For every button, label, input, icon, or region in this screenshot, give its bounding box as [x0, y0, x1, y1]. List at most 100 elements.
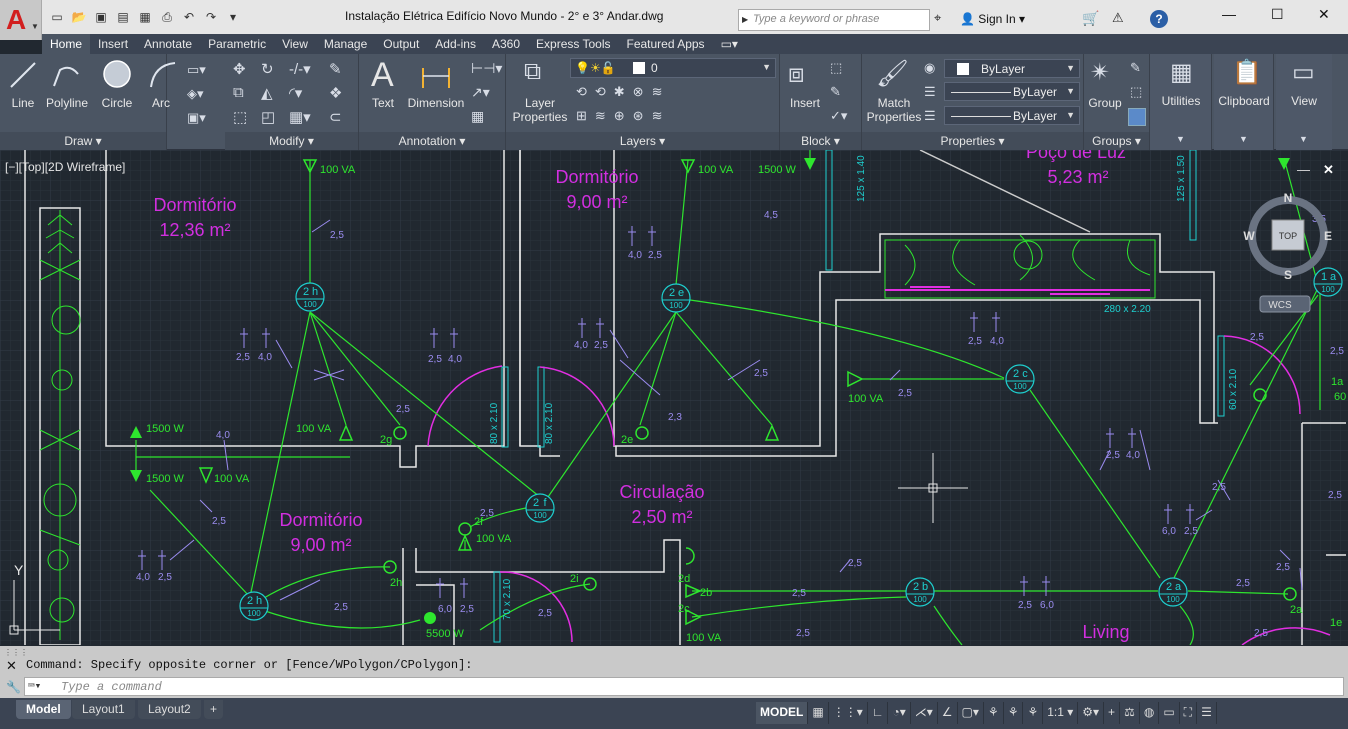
tab-featured-apps[interactable]: Featured Apps [619, 34, 713, 54]
search-input[interactable]: ▶ Type a keyword or phrase [738, 9, 930, 31]
modify-panel-title[interactable]: Modify ▾ [225, 132, 358, 150]
lineweight-dropdown[interactable]: ByLayer ▼ [944, 106, 1080, 125]
edit-block-icon[interactable]: ✎ [830, 84, 841, 100]
object-snap-tracking-icon[interactable]: ∠ [938, 702, 958, 724]
match-properties-button[interactable]: Match Properties [864, 96, 924, 124]
redo-icon[interactable]: ↷ [202, 8, 220, 26]
layer-properties-button[interactable]: Layer Properties [508, 96, 572, 124]
exchange-icon[interactable]: ⚠ [1112, 10, 1124, 26]
linear-dimension-icon[interactable]: ⊢⊣▾ [471, 60, 502, 77]
isodraft-icon[interactable]: ⋌▾ [911, 702, 938, 724]
edit-attributes-icon[interactable]: ✓▾ [830, 108, 847, 124]
polyline-button[interactable]: Polyline [44, 96, 90, 110]
new-file-icon[interactable]: ▭ [48, 8, 66, 26]
erase-icon[interactable]: ✎ [329, 60, 342, 78]
create-block-icon[interactable]: ⬚ [830, 60, 842, 76]
workspace-gear-icon[interactable]: ⚙▾ [1078, 702, 1105, 724]
array-icon[interactable]: ▦▾ [289, 108, 311, 126]
explode-icon[interactable]: ❖ [329, 84, 342, 102]
customize-menu-icon[interactable]: ☰ [1197, 702, 1217, 724]
viewport-controls[interactable]: [−][Top][2D Wireframe] [5, 160, 125, 174]
tab-express-tools[interactable]: Express Tools [528, 34, 618, 54]
layers-panel-title[interactable]: Layers ▾ [506, 132, 779, 150]
prompt-icon[interactable]: ⌨▾ [28, 679, 41, 693]
tab-layout2[interactable]: Layout2 [138, 700, 201, 719]
tab-manage[interactable]: Manage [316, 34, 375, 54]
clipboard-panel[interactable]: 📋 Clipboard ▼ [1214, 54, 1274, 150]
annotation-visibility-icon[interactable]: ⚘ [984, 702, 1004, 724]
block-panel-title[interactable]: Block ▾ [780, 132, 861, 150]
tab-a360[interactable]: A360 [484, 34, 528, 54]
maximize-icon[interactable]: ☐ [1271, 6, 1284, 23]
open-file-icon[interactable]: 📂 [70, 8, 88, 26]
save-icon[interactable]: ▣ [92, 8, 110, 26]
floor-plan-drawing[interactable]: 2 h1002 e1002 f1002 h1002 c1002 b1002 a1001 a100… [0, 150, 1348, 645]
group-selection-toggle[interactable] [1128, 108, 1146, 126]
help-icon[interactable]: ? [1150, 10, 1168, 28]
application-menu-button[interactable]: A ▼ [0, 0, 42, 40]
color-dropdown[interactable]: ByLayer ▼ [944, 59, 1080, 78]
drawing-canvas[interactable]: 2 h 100 2 e 100 2 f 100 2 h 100 2 c 100 2 b 100 2 a 100 1 a 100… [0, 150, 1348, 645]
tab-insert[interactable]: Insert [90, 34, 136, 54]
properties-panel-title[interactable]: Properties ▾ [862, 132, 1083, 150]
tab-parametric[interactable]: Parametric [200, 34, 274, 54]
undo-icon[interactable]: ↶ [180, 8, 198, 26]
sign-in-button[interactable]: 👤 Sign In ▾ [960, 12, 1025, 26]
region-icon[interactable]: ▣▾ [187, 110, 206, 126]
trim-icon[interactable]: -/-▾ [289, 60, 311, 78]
grip-icon[interactable]: ⋮⋮⋮ [4, 648, 28, 657]
group-edit-icon[interactable]: ⬚ [1130, 84, 1142, 100]
customize-qat-icon[interactable]: ▾ [224, 8, 242, 26]
rotate-icon[interactable]: ↻ [261, 60, 274, 78]
add-layout-button[interactable]: + [204, 700, 224, 719]
model-space-button[interactable]: MODEL [756, 702, 809, 724]
wrench-icon[interactable]: 🔧 [6, 680, 21, 694]
dimension-button[interactable]: Dimension [407, 96, 465, 110]
utilities-panel[interactable]: ▦ Utilities ▼ [1150, 54, 1212, 150]
tab-layout1[interactable]: Layout1 [72, 700, 135, 719]
text-button[interactable]: Text [365, 96, 401, 110]
plot-icon[interactable]: ▦ [136, 8, 154, 26]
view-panel[interactable]: ▭ View ▼ [1276, 54, 1332, 150]
annotation-panel-title[interactable]: Annotation ▾ [359, 132, 505, 150]
line-button[interactable]: Line [8, 96, 38, 110]
linetype-dropdown[interactable]: ByLayer ▼ [944, 82, 1080, 101]
leader-icon[interactable]: ↗▾ [471, 84, 490, 101]
snap-icon[interactable]: ⋮⋮▾ [829, 702, 868, 724]
annotation-scale-icon[interactable]: ⚘ [1023, 702, 1044, 724]
print-icon[interactable]: ⎙ [158, 8, 176, 26]
minimize-icon[interactable]: — [1222, 6, 1236, 22]
tab-annotate[interactable]: Annotate [136, 34, 200, 54]
rectangle-icon[interactable]: ▭▾ [187, 62, 206, 78]
layer-tools-row2-icons[interactable]: ⊞≋⊕⊛≋ [576, 108, 670, 124]
auto-scale-icon[interactable]: ⚘ [1004, 702, 1024, 724]
tab-view[interactable]: View [274, 34, 316, 54]
layer-tools-row1-icons[interactable]: ⟲⟲✱⊗≋ [576, 84, 670, 100]
ribbon-overflow-icon[interactable]: ▭▾ [713, 34, 746, 54]
stretch-icon[interactable]: ⬚ [233, 108, 247, 126]
insert-button[interactable]: Insert [784, 96, 826, 110]
layer-dropdown[interactable]: 💡☀🔓 0 ▼ [570, 58, 776, 78]
fillet-icon[interactable]: ◜▾ [289, 84, 302, 102]
move-icon[interactable]: ✥ [233, 60, 246, 78]
add-icon[interactable]: + [1104, 702, 1121, 724]
tab-model[interactable]: Model [16, 700, 71, 719]
cart-icon[interactable]: 🛒 [1082, 10, 1099, 27]
hatch-icon[interactable]: ◈▾ [187, 86, 204, 102]
tab-output[interactable]: Output [375, 34, 427, 54]
ungroup-icon[interactable]: ✎ [1130, 60, 1141, 76]
hardware-acceleration-icon[interactable]: ◍ [1140, 702, 1160, 724]
close-icon[interactable]: ✕ [6, 658, 17, 674]
groups-panel-title[interactable]: Groups ▾ [1084, 132, 1149, 150]
viewport-close-icon[interactable]: ✕ [1323, 162, 1334, 177]
ortho-icon[interactable]: ∟ [868, 702, 889, 724]
fullscreen-icon[interactable]: ⛶ [1180, 702, 1198, 724]
group-button[interactable]: Group [1084, 96, 1126, 110]
binoculars-icon[interactable]: ⌖ [934, 10, 941, 26]
viewport-menu-icon[interactable]: — [1297, 162, 1310, 177]
mirror-icon[interactable]: ◭ [261, 84, 273, 102]
close-icon[interactable]: ✕ [1318, 6, 1330, 23]
object-snap-icon[interactable]: ▢▾ [958, 702, 984, 724]
table-icon[interactable]: ▦ [471, 108, 484, 125]
circle-button[interactable]: Circle [97, 96, 137, 110]
